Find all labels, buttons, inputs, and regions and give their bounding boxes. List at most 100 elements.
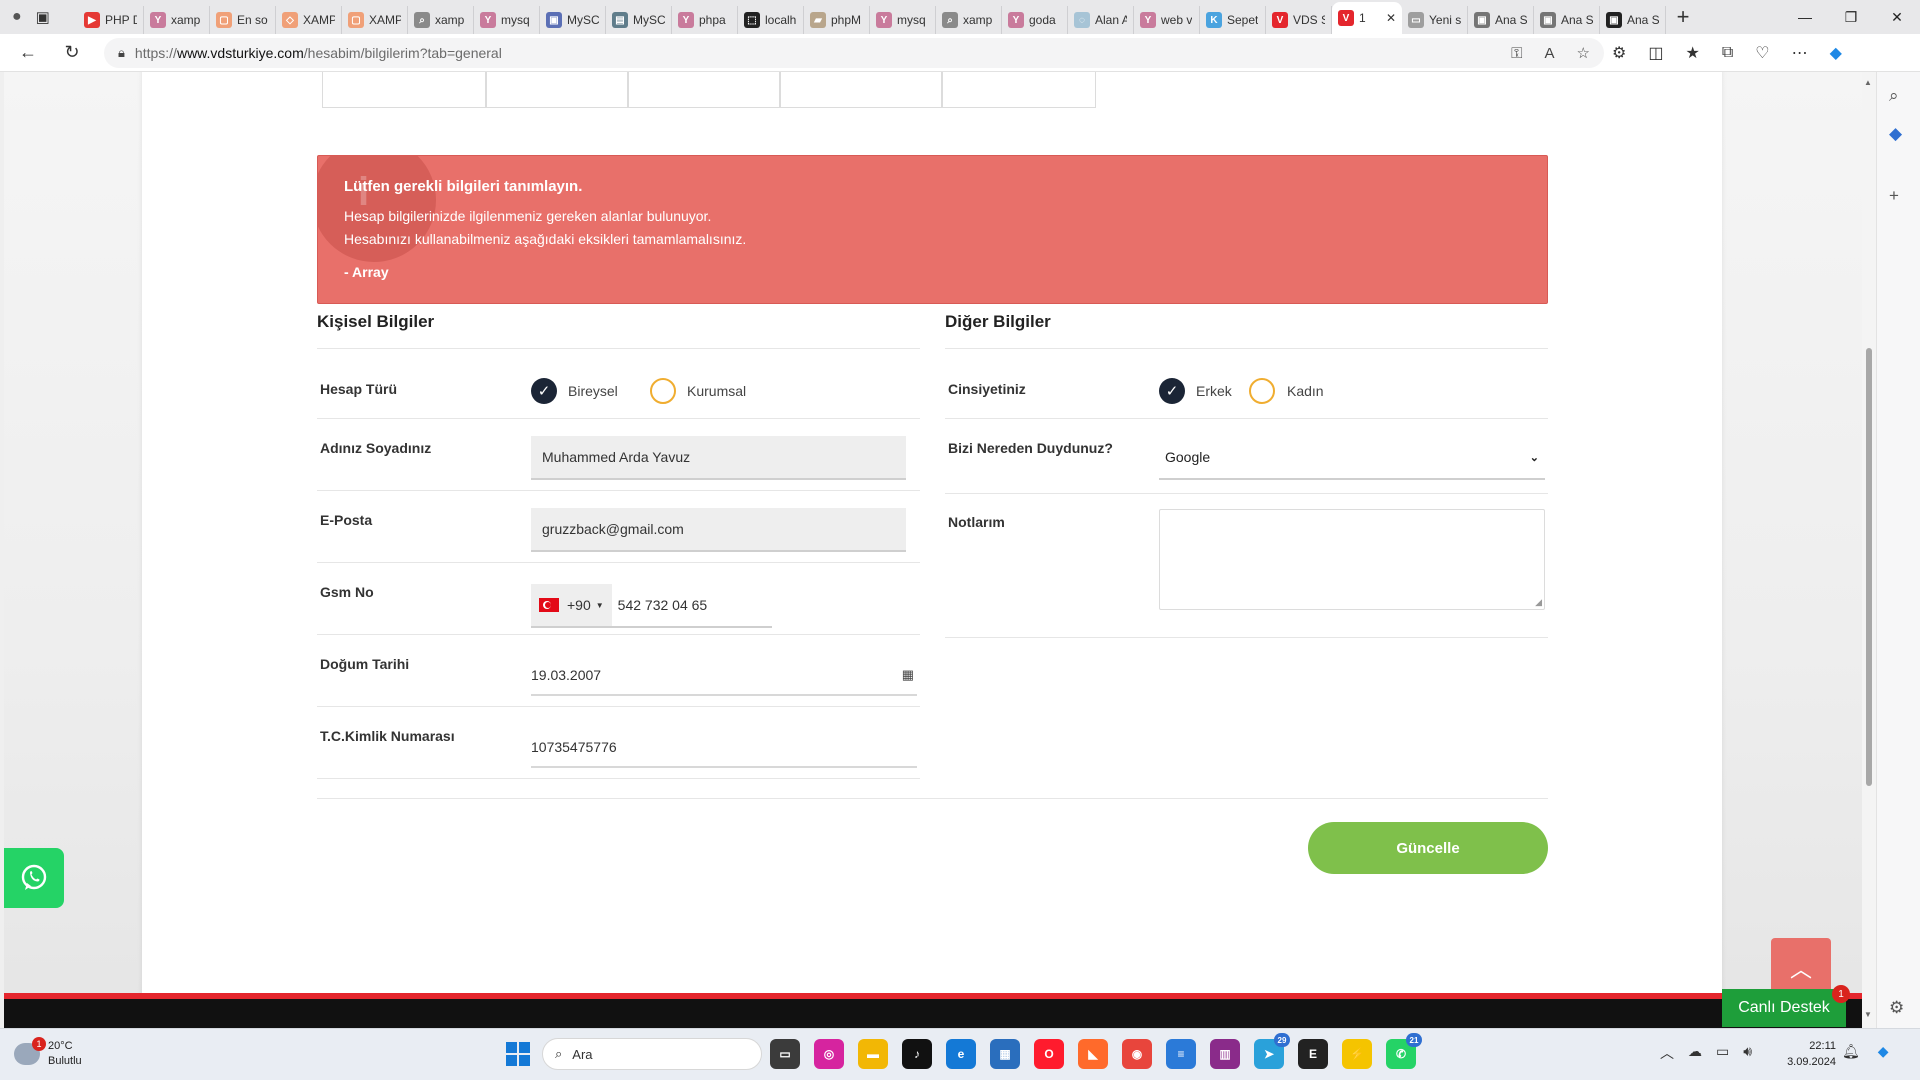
instagram-icon[interactable]: ◎ [814, 1039, 844, 1069]
browser-tab[interactable]: V VDS S [1266, 6, 1332, 34]
winrar-icon[interactable]: ▥ [1210, 1039, 1240, 1069]
account-tab[interactable] [942, 72, 1096, 108]
new-tab-button[interactable]: + [1666, 3, 1700, 31]
browser-tab[interactable]: Yweb v [1134, 6, 1200, 34]
email-input[interactable]: gruzzback@gmail.com [531, 508, 906, 552]
account-tab[interactable] [780, 72, 942, 108]
calendar-icon[interactable]: ▦ [902, 667, 914, 683]
account-tab[interactable] [322, 72, 486, 108]
browser-tab[interactable]: ⌕ xamp [936, 6, 1002, 34]
collections-icon[interactable]: ⧉ [1722, 44, 1733, 62]
profile-icon[interactable]: ● [12, 8, 22, 26]
tc-input[interactable]: 10735475776 [531, 728, 917, 768]
browser-tab[interactable]: ▣ Ana S [1468, 6, 1534, 34]
browser-tab[interactable]: Yphpa [672, 6, 738, 34]
onedrive-icon[interactable]: ☁ [1688, 1043, 1702, 1063]
edge-icon[interactable]: e [946, 1039, 976, 1069]
refresh-button[interactable]: ↻ [50, 34, 94, 72]
restore-button[interactable]: ❐ [1828, 0, 1874, 34]
browser-tab[interactable]: Ymysq [474, 6, 540, 34]
account-tab[interactable] [486, 72, 628, 108]
name-input[interactable]: Muhammed Arda Yavuz [531, 436, 906, 480]
weather-widget[interactable]: 1 20°C Bulutlu [14, 1037, 82, 1069]
radio-kadin[interactable] [1249, 378, 1275, 404]
scrollbar-thumb[interactable] [1866, 348, 1872, 786]
browser-tab[interactable]: ▭ Yeni s [1402, 6, 1468, 34]
add-sidebar-app-icon[interactable]: + [1889, 186, 1899, 206]
browser-tab[interactable]: Ygoda [1002, 6, 1068, 34]
chevron-up-icon[interactable]: ︿ [1660, 1043, 1674, 1063]
store-icon[interactable]: ▦ [990, 1039, 1020, 1069]
radio-erkek-label[interactable]: Erkek [1196, 383, 1232, 399]
favorite-star-icon[interactable]: ☆ [1577, 44, 1590, 62]
browser-tab[interactable]: ▣ Ana S [1534, 6, 1600, 34]
radio-kadin-label[interactable]: Kadın [1287, 383, 1324, 399]
close-tab-icon[interactable]: ✕ [1386, 11, 1396, 25]
extensions-icon[interactable]: ⚙ [1612, 43, 1626, 63]
live-support-button[interactable]: Canlı Destek [1722, 989, 1846, 1027]
browser-tab[interactable]: ▤ MySC [606, 6, 672, 34]
radio-bireysel[interactable]: ✓ [531, 378, 557, 404]
chrome-icon[interactable]: ◉ [1122, 1039, 1152, 1069]
source-select[interactable]: Google ⌄ [1159, 436, 1545, 480]
sidebar-settings-icon[interactable]: ⚙ [1889, 998, 1904, 1018]
browser-tab[interactable]: Ymysq [870, 6, 936, 34]
country-code-select[interactable]: +90 ▼ [531, 584, 612, 626]
resize-grip-icon[interactable]: ◢ [1535, 597, 1542, 608]
whatsapp-button[interactable] [4, 848, 64, 908]
notes-textarea[interactable]: ◢ [1159, 509, 1545, 610]
search-icon[interactable]: ⌕ [1889, 86, 1899, 106]
tiktok-icon[interactable]: ♪ [902, 1039, 932, 1069]
browser-tab[interactable]: ▢ En so [210, 6, 276, 34]
gsm-input[interactable]: +90 ▼ 542 732 04 65 [531, 584, 772, 628]
browser-tab[interactable]: ▣ Ana S [1600, 6, 1666, 34]
back-button[interactable]: ← [6, 34, 50, 72]
taskbar-search[interactable]: ⌕ Ara [542, 1038, 762, 1070]
radio-kurumsal-label[interactable]: Kurumsal [687, 383, 746, 399]
epic-games-icon[interactable]: E [1298, 1039, 1328, 1069]
radio-kurumsal[interactable] [650, 378, 676, 404]
copilot-taskbar-icon[interactable]: ◆ [1878, 1043, 1889, 1060]
browser-tab[interactable]: ▣ MySC [540, 6, 606, 34]
volume-icon[interactable]: 🔊︎ [1743, 1043, 1752, 1063]
whatsapp-taskbar-icon[interactable]: ✆ 21 [1386, 1033, 1422, 1069]
minimize-button[interactable]: — [1782, 0, 1828, 34]
browser-tab[interactable]: ◇ XAMP [276, 6, 342, 34]
browser-essentials-icon[interactable]: ♡ [1755, 43, 1769, 63]
page-scrollbar[interactable]: ▲ ▼ [1862, 72, 1876, 1028]
radio-bireysel-label[interactable]: Bireysel [568, 383, 618, 399]
browser-tab[interactable]: V 1 ✕ [1332, 2, 1402, 34]
update-button[interactable]: Güncelle [1308, 822, 1548, 874]
browser-tab[interactable]: ▶ PHP D [78, 6, 144, 34]
browser-tab[interactable]: Yxamp [144, 6, 210, 34]
split-screen-icon[interactable]: ◫ [1648, 43, 1663, 63]
browser-tab[interactable]: ▰ phpM [804, 6, 870, 34]
taskbar-clock[interactable]: 22:11 3.09.2024 [1784, 1038, 1836, 1070]
notepad-icon[interactable]: ≡ [1166, 1039, 1196, 1069]
browser-tab[interactable]: ◌ Alan A [1068, 6, 1134, 34]
opera-icon[interactable]: O [1034, 1039, 1064, 1069]
app-orange-icon[interactable]: ◣ [1078, 1039, 1108, 1069]
tab-actions-icon[interactable]: ▣ [36, 8, 50, 26]
network-icon[interactable]: ▭ [1716, 1043, 1729, 1063]
winamp-icon[interactable]: ⚡ [1342, 1039, 1372, 1069]
notification-bell-icon[interactable]: 🔔︎ [1842, 1043, 1860, 1060]
telegram-icon[interactable]: ➤ 29 [1254, 1033, 1290, 1069]
lock-icon[interactable]: 🔒︎ [118, 45, 125, 61]
scroll-down-arrow-icon[interactable]: ▼ [1864, 1010, 1872, 1019]
browser-tab[interactable]: K Sepet [1200, 6, 1266, 34]
copilot-icon[interactable]: ◆ [1830, 43, 1842, 63]
radio-erkek[interactable]: ✓ [1159, 378, 1185, 404]
start-button[interactable] [506, 1042, 530, 1066]
browser-tab[interactable]: ⌕ xamp [408, 6, 474, 34]
address-bar[interactable]: 🔒︎ https://www.vdsturkiye.com/hesabim/bi… [104, 38, 1604, 68]
shopping-tag-icon[interactable]: ◆ [1889, 124, 1902, 144]
file-explorer-icon[interactable]: ▬ [858, 1039, 888, 1069]
account-tab[interactable] [628, 72, 780, 108]
favorites-icon[interactable]: ★ [1685, 43, 1699, 63]
birth-date-input[interactable]: 19.03.2007 ▦ [531, 656, 917, 696]
scroll-up-arrow-icon[interactable]: ▲ [1864, 78, 1872, 87]
task-view-icon[interactable]: ▭ [770, 1039, 800, 1069]
browser-tab[interactable]: ⬚ localh [738, 6, 804, 34]
read-aloud-icon[interactable]: A [1545, 45, 1555, 62]
